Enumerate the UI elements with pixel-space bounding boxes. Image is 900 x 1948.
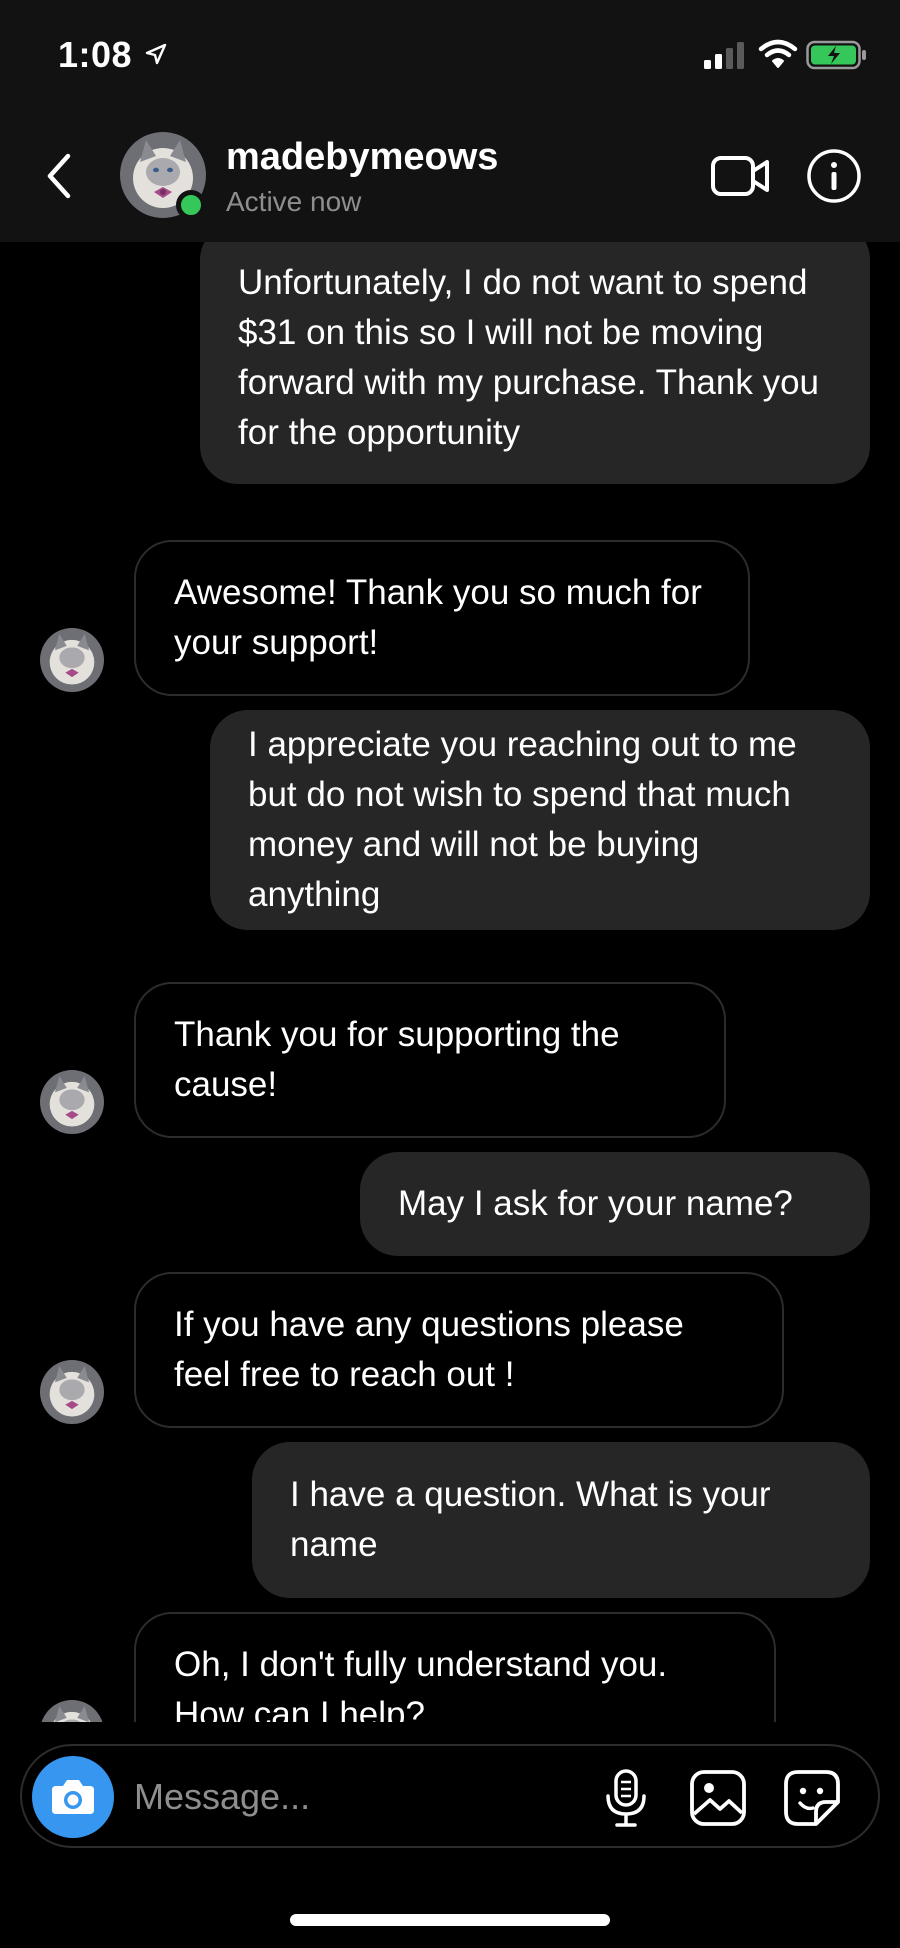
status-bar: 1:08 bbox=[0, 0, 900, 110]
message-text: If you have any questions please feel fr… bbox=[174, 1305, 684, 1394]
cat-avatar-image bbox=[40, 628, 104, 692]
home-indicator[interactable] bbox=[290, 1914, 610, 1926]
message-text: Oh, I don't fully understand you. How ca… bbox=[174, 1645, 668, 1722]
message-text: Unfortunately, I do not want to spend $3… bbox=[238, 263, 820, 452]
message-text: I have a question. What is your name bbox=[290, 1475, 771, 1564]
message-text: I appreciate you reaching out to me but … bbox=[248, 725, 797, 914]
chat-username[interactable]: madebymeows bbox=[226, 136, 498, 179]
message-text: Thank you for supporting the cause! bbox=[174, 1015, 620, 1104]
message-input[interactable] bbox=[134, 1770, 574, 1824]
message-text: May I ask for your name? bbox=[398, 1184, 793, 1223]
status-time: 1:08 bbox=[58, 34, 133, 75]
microphone-icon[interactable] bbox=[602, 1768, 650, 1828]
cat-avatar-image bbox=[40, 1700, 104, 1722]
message-bubble-received[interactable]: If you have any questions please feel fr… bbox=[134, 1272, 784, 1428]
sender-avatar[interactable] bbox=[40, 1700, 104, 1722]
cellular-signal-icon bbox=[704, 42, 744, 69]
sender-avatar[interactable] bbox=[40, 1360, 104, 1424]
camera-icon bbox=[52, 1780, 94, 1814]
message-bubble-sent[interactable]: I have a question. What is your name bbox=[252, 1442, 870, 1598]
cat-avatar-image bbox=[40, 1360, 104, 1424]
sticker-icon[interactable] bbox=[782, 1768, 842, 1828]
message-bubble-sent[interactable]: Unfortunately, I do not want to spend $3… bbox=[200, 242, 870, 484]
location-arrow-icon bbox=[145, 43, 167, 65]
message-text: Awesome! Thank you so much for your supp… bbox=[174, 573, 702, 662]
gallery-icon[interactable] bbox=[688, 1768, 748, 1828]
cat-avatar-image bbox=[40, 1070, 104, 1134]
battery-charging-icon bbox=[806, 40, 866, 70]
sender-avatar[interactable] bbox=[40, 1070, 104, 1134]
wifi-icon bbox=[758, 39, 798, 68]
chevron-left-icon[interactable] bbox=[40, 150, 76, 202]
camera-button[interactable] bbox=[32, 1756, 114, 1838]
message-thread[interactable]: Unfortunately, I do not want to spend $3… bbox=[0, 242, 900, 1722]
message-bubble-sent[interactable]: May I ask for your name? bbox=[360, 1152, 870, 1256]
message-bubble-received[interactable]: Oh, I don't fully understand you. How ca… bbox=[134, 1612, 776, 1722]
chat-header: madebymeows Active now bbox=[0, 110, 900, 242]
sender-avatar[interactable] bbox=[40, 628, 104, 692]
message-composer bbox=[20, 1744, 880, 1848]
message-bubble-received[interactable]: Thank you for supporting the cause! bbox=[134, 982, 726, 1138]
presence-status: Active now bbox=[226, 186, 362, 217]
message-bubble-received[interactable]: Awesome! Thank you so much for your supp… bbox=[134, 540, 750, 696]
online-status-dot bbox=[176, 190, 206, 220]
info-icon[interactable] bbox=[806, 148, 862, 204]
message-bubble-sent[interactable]: I appreciate you reaching out to me but … bbox=[210, 710, 870, 930]
video-camera-icon[interactable] bbox=[710, 152, 770, 200]
